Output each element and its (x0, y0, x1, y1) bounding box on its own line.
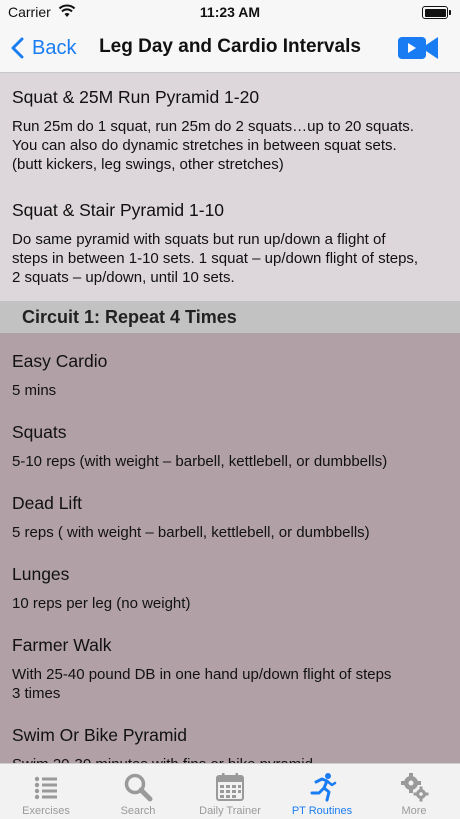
search-icon (124, 773, 153, 802)
exercise-title: Squats (12, 422, 67, 442)
exercise-description: 10 reps per leg (no weight) (12, 595, 191, 612)
navigation-bar: Back Leg Day and Cardio Intervals (0, 24, 460, 73)
exercise-title: Swim Or Bike Pyramid (12, 725, 188, 745)
tab-label: Exercises (22, 805, 70, 817)
tab-more[interactable]: More (368, 764, 460, 819)
tab-label: Search (120, 805, 156, 817)
intro-section: Squat & 25M Run Pyramid 1-20 Run 25m do … (0, 73, 460, 301)
tab-search[interactable]: Search (92, 764, 184, 819)
battery-icon (422, 6, 451, 19)
video-camera-icon (398, 37, 438, 59)
tab-label: Daily Trainer (199, 805, 261, 817)
exercise-item: Squat & Stair Pyramid 1-10 Do same pyram… (0, 194, 460, 293)
tab-label: More (401, 805, 427, 817)
exercise-title: Squat & Stair Pyramid 1-10 (12, 200, 225, 220)
exercise-item: Lunges 10 reps per leg (no weight) (0, 552, 460, 623)
gears-icon (401, 773, 429, 802)
status-bar: Carrier 11:23 AM (0, 0, 460, 24)
page-title: Leg Day and Cardio Intervals (99, 36, 361, 57)
exercise-description: Run 25m do 1 squat, run 25m do 2 squats…… (12, 118, 414, 173)
exercise-title: Lunges (12, 564, 70, 584)
exercise-item: Squats 5-10 reps (with weight – barbell,… (0, 410, 460, 481)
tab-bar: Exercises Search Daily Trainer PT Routin… (0, 763, 460, 819)
exercise-title: Easy Cardio (12, 351, 108, 371)
circuit-section: Easy Cardio 5 mins Squats 5-10 reps (wit… (0, 333, 460, 763)
circuit-header: Circuit 1: Repeat 4 Times (0, 301, 460, 333)
calendar-icon (216, 773, 244, 801)
exercise-item: Dead Lift 5 reps ( with weight – barbell… (0, 481, 460, 552)
video-button[interactable] (396, 34, 440, 62)
exercise-item: Farmer Walk With 25-40 pound DB in one h… (0, 623, 460, 713)
exercise-item: Easy Cardio 5 mins (0, 339, 460, 410)
exercise-title: Dead Lift (12, 493, 83, 513)
exercise-description: 5-10 reps (with weight – barbell, kettle… (12, 453, 388, 470)
exercise-item: Squat & 25M Run Pyramid 1-20 Run 25m do … (0, 81, 460, 180)
tab-daily-trainer[interactable]: Daily Trainer (184, 764, 276, 819)
routine-content[interactable]: Squat & 25M Run Pyramid 1-20 Run 25m do … (0, 73, 460, 763)
tab-exercises[interactable]: Exercises (0, 764, 92, 819)
exercise-title: Farmer Walk (12, 635, 112, 655)
list-icon (34, 776, 57, 800)
runner-icon (310, 773, 337, 802)
exercise-description: 5 mins (12, 382, 57, 399)
exercise-item: Swim Or Bike Pyramid Swim 20-30 minutes … (0, 713, 460, 763)
exercise-title: Squat & 25M Run Pyramid 1-20 (12, 87, 260, 107)
exercise-description: 5 reps ( with weight – barbell, kettlebe… (12, 524, 370, 541)
tab-label: PT Routines (291, 805, 353, 817)
exercise-description: Do same pyramid with squats but run up/d… (12, 231, 419, 286)
tab-pt-routines[interactable]: PT Routines (276, 764, 368, 819)
exercise-description: With 25-40 pound DB in one hand up/down … (12, 666, 392, 702)
clock: 11:23 AM (199, 4, 261, 20)
exercise-description: Swim 20-30 minutes with fins or bike pyr… (12, 755, 448, 763)
